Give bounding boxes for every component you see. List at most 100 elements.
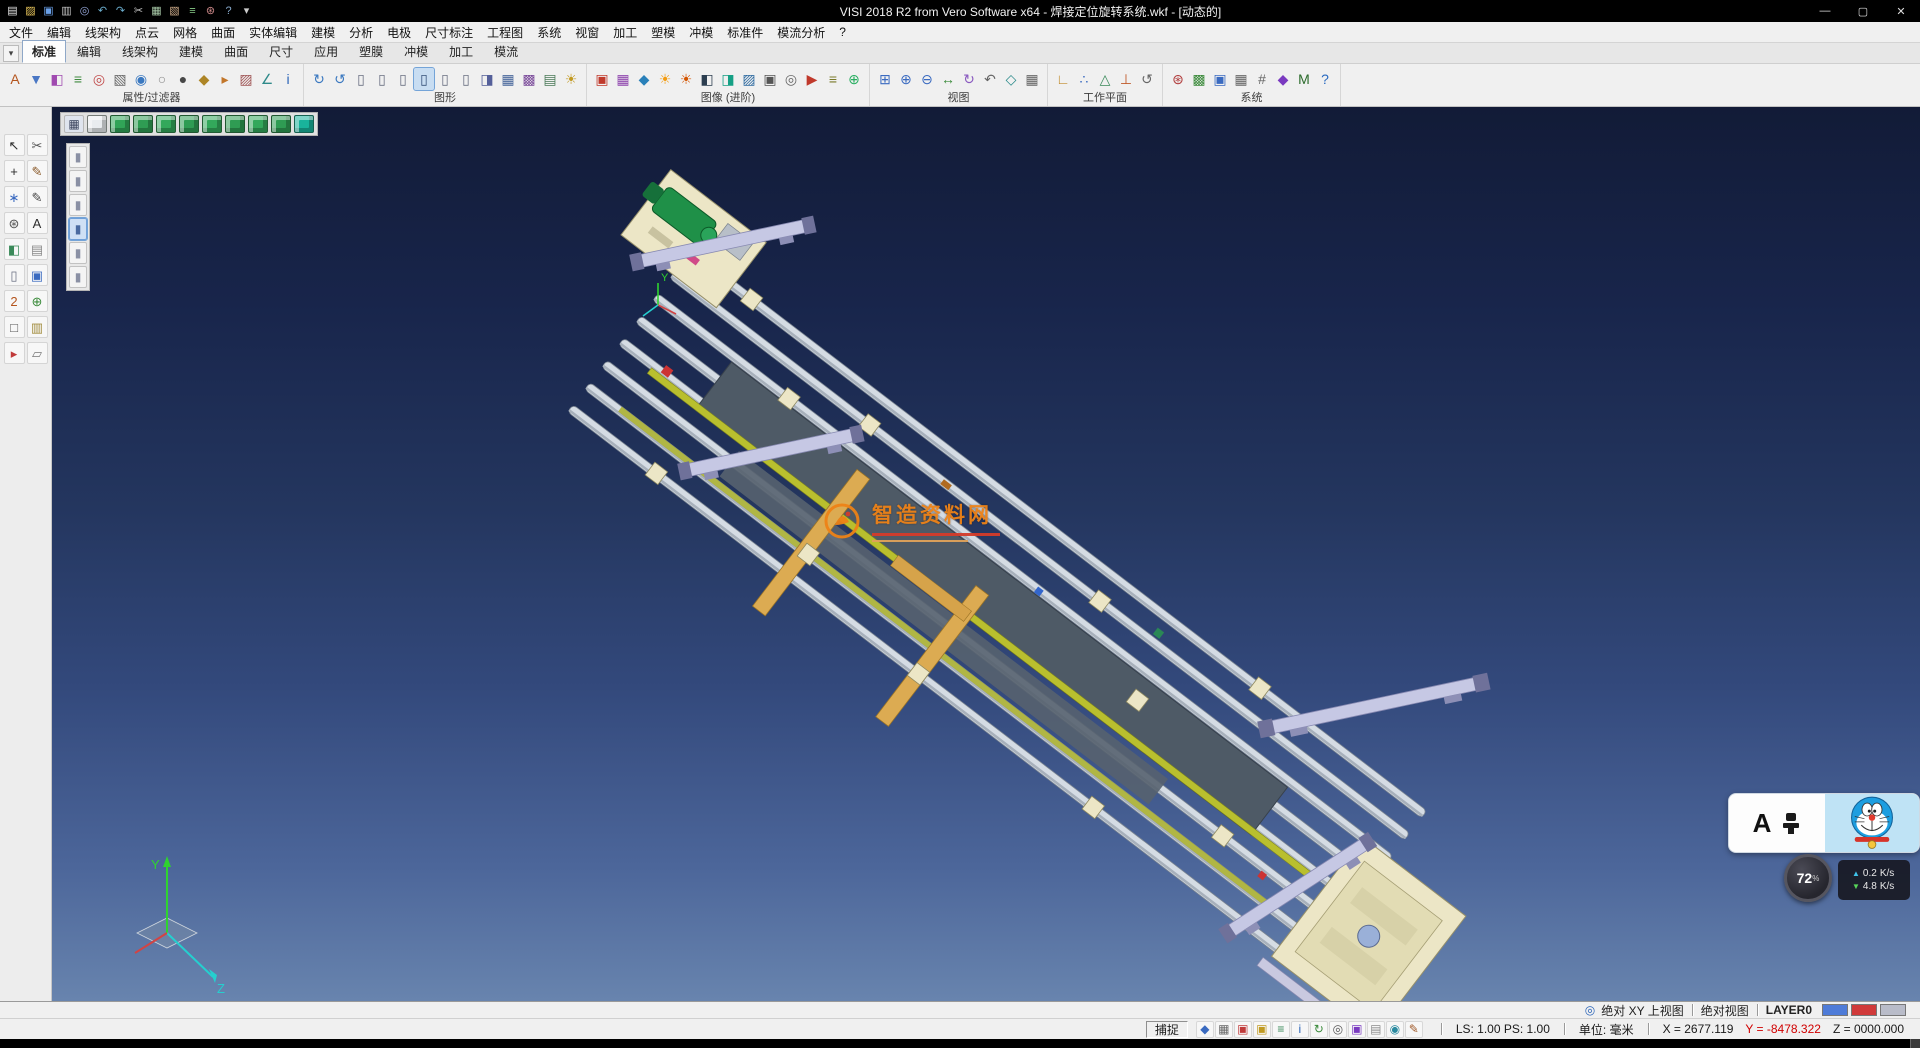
regen-icon[interactable]: ↺ bbox=[330, 68, 350, 90]
menu-item-drafting[interactable]: 工程图 bbox=[480, 23, 530, 42]
menu-item-pointcloud[interactable]: 点云 bbox=[128, 23, 166, 42]
refresh-status-icon[interactable]: ↻ bbox=[1310, 1021, 1328, 1038]
menu-item-standard-parts[interactable]: 标准件 bbox=[720, 23, 770, 42]
snap-point-icon[interactable]: + bbox=[4, 160, 25, 182]
hidden-line-mode-icon[interactable]: ▯ bbox=[372, 68, 392, 90]
background-icon[interactable]: ▨ bbox=[739, 68, 759, 90]
system-settings-icon[interactable]: ⊛ bbox=[1168, 68, 1188, 90]
top-view-icon[interactable] bbox=[133, 115, 153, 133]
layer-filter-icon[interactable]: ≡ bbox=[68, 68, 88, 90]
ime-language-letter[interactable]: A bbox=[1753, 808, 1772, 839]
tab-application[interactable]: 应用 bbox=[304, 40, 348, 63]
ime-tool-icon[interactable] bbox=[1781, 811, 1801, 835]
bottom-view-icon[interactable] bbox=[248, 115, 268, 133]
edge-display-icon[interactable]: ▤ bbox=[540, 68, 560, 90]
camera-icon[interactable]: ▣ bbox=[760, 68, 780, 90]
tool-settings-icon[interactable]: ⊛ bbox=[4, 212, 25, 234]
menu-item-system[interactable]: 系统 bbox=[530, 23, 568, 42]
solid-tool-icon[interactable]: ◧ bbox=[4, 238, 25, 260]
previous-view-icon[interactable]: ↶ bbox=[980, 68, 1000, 90]
hide-icon[interactable]: ○ bbox=[152, 68, 172, 90]
minimize-button[interactable]: — bbox=[1806, 0, 1844, 22]
left-view-icon[interactable] bbox=[202, 115, 222, 133]
tab-wireframe[interactable]: 线架构 bbox=[112, 40, 168, 63]
menu-item-mesh[interactable]: 网格 bbox=[166, 23, 204, 42]
display-mode-5-icon[interactable]: ▮ bbox=[69, 242, 87, 264]
doc-status-icon[interactable]: ▤ bbox=[1367, 1021, 1385, 1038]
trim-scissors-icon[interactable]: ✂ bbox=[27, 134, 48, 156]
zoom-in-icon[interactable]: ⊕ bbox=[896, 68, 916, 90]
ghost-mode-icon[interactable]: ▯ bbox=[435, 68, 455, 90]
material-box-icon[interactable]: ▩ bbox=[519, 68, 539, 90]
layers-icon[interactable]: ≡ bbox=[184, 3, 201, 19]
display-mode-6-icon[interactable]: ▮ bbox=[69, 266, 87, 288]
edit-pencil-icon[interactable]: ✎ bbox=[27, 186, 48, 208]
layer-manager-icon[interactable]: ≡ bbox=[1272, 1021, 1290, 1038]
menu-item-wireframe[interactable]: 线架构 bbox=[78, 23, 128, 42]
shadow-icon[interactable]: ◧ bbox=[697, 68, 717, 90]
active-layer-indicator[interactable]: LAYER0 bbox=[1766, 1003, 1812, 1017]
menu-item-dimension[interactable]: 尺寸标注 bbox=[418, 23, 480, 42]
reflection-icon[interactable]: ◨ bbox=[718, 68, 738, 90]
light-icon[interactable]: ☀ bbox=[561, 68, 581, 90]
color-scheme-icon[interactable]: ▩ bbox=[1189, 68, 1209, 90]
sketch-pencil-icon[interactable]: ✎ bbox=[27, 160, 48, 182]
zoom-fit-icon[interactable]: ⊞ bbox=[875, 68, 895, 90]
layer-swatch-gray[interactable] bbox=[1880, 1004, 1906, 1016]
units-indicator[interactable]: 单位: 毫米 bbox=[1573, 1021, 1640, 1038]
copy-entity-icon[interactable]: ▣ bbox=[27, 264, 48, 286]
wireframe-mode-icon[interactable]: ▯ bbox=[351, 68, 371, 90]
view-mode-indicator[interactable]: 绝对 XY 上视图 bbox=[1601, 1002, 1683, 1019]
tab-die[interactable]: 冲模 bbox=[394, 40, 438, 63]
undo-icon[interactable]: ↶ bbox=[94, 3, 111, 19]
front-view-icon[interactable] bbox=[156, 115, 176, 133]
tag-icon[interactable]: ▸ bbox=[215, 68, 235, 90]
tab-mold[interactable]: 塑膜 bbox=[349, 40, 393, 63]
menu-item-mold[interactable]: 塑模 bbox=[644, 23, 682, 42]
menu-item-moldflow[interactable]: 模流分析 bbox=[770, 23, 832, 42]
mask-icon[interactable]: ▧ bbox=[110, 68, 130, 90]
iso-view-icon[interactable] bbox=[110, 115, 130, 133]
back-view-icon[interactable] bbox=[225, 115, 245, 133]
menu-item-window[interactable]: 视窗 bbox=[568, 23, 606, 42]
quick-select-icon[interactable]: ◎ bbox=[89, 68, 109, 90]
memory-usage-ball[interactable]: 72 % bbox=[1784, 854, 1832, 902]
right-view-icon[interactable] bbox=[179, 115, 199, 133]
info-icon[interactable]: i bbox=[278, 68, 298, 90]
layer-swatch-blue[interactable] bbox=[1822, 1004, 1848, 1016]
paint-status-icon[interactable]: ✎ bbox=[1405, 1021, 1423, 1038]
render-icon[interactable]: ▣ bbox=[592, 68, 612, 90]
plugins-icon[interactable]: ◆ bbox=[1273, 68, 1293, 90]
workplane-normal-icon[interactable]: ⊥ bbox=[1116, 68, 1136, 90]
network-speed-panel[interactable]: ▲ 0.2 K/s ▼ 4.8 K/s bbox=[1838, 860, 1910, 900]
color-filter-icon[interactable]: ◧ bbox=[47, 68, 67, 90]
display-mode-2-icon[interactable]: ▮ bbox=[69, 170, 87, 192]
texture-icon[interactable]: ▦ bbox=[613, 68, 633, 90]
add-entity-icon[interactable]: ⊕ bbox=[27, 290, 48, 312]
filter-icon[interactable]: ▼ bbox=[26, 68, 46, 90]
new-file-icon[interactable]: ▤ bbox=[4, 3, 21, 19]
text-tool-icon[interactable]: A bbox=[27, 212, 48, 234]
tab-machining[interactable]: 加工 bbox=[439, 40, 483, 63]
tab-dimension[interactable]: 尺寸 bbox=[259, 40, 303, 63]
layer-swatch-red[interactable] bbox=[1851, 1004, 1877, 1016]
scale-indicator[interactable]: LS: 1.00 PS: 1.00 bbox=[1450, 1022, 1556, 1036]
close-button[interactable]: ✕ bbox=[1882, 0, 1920, 22]
isolate-icon[interactable]: ◉ bbox=[131, 68, 151, 90]
show-all-icon[interactable]: ● bbox=[173, 68, 193, 90]
menu-item-die[interactable]: 冲模 bbox=[682, 23, 720, 42]
viewport-canvas[interactable]: ▦ ▮▮▮▮▮▮ bbox=[52, 107, 1920, 1001]
show-desktop-button[interactable] bbox=[1910, 1039, 1920, 1048]
attributes-icon[interactable]: A bbox=[5, 68, 25, 90]
redo-icon[interactable]: ↷ bbox=[112, 3, 129, 19]
workplane-xy-icon[interactable]: ∟ bbox=[1053, 68, 1073, 90]
snap-settings-icon[interactable]: # bbox=[1252, 68, 1272, 90]
menu-item-machining[interactable]: 加工 bbox=[606, 23, 644, 42]
redraw-icon[interactable]: ↻ bbox=[309, 68, 329, 90]
copy-icon[interactable]: ▦ bbox=[148, 3, 165, 19]
viewport-config-icon[interactable]: ▦ bbox=[64, 115, 84, 133]
info-status-icon[interactable]: i bbox=[1291, 1021, 1309, 1038]
clipboard-icon[interactable]: ▥ bbox=[27, 316, 48, 338]
display-mode-1-icon[interactable]: ▮ bbox=[69, 146, 87, 168]
save-icon[interactable]: ▣ bbox=[40, 3, 57, 19]
